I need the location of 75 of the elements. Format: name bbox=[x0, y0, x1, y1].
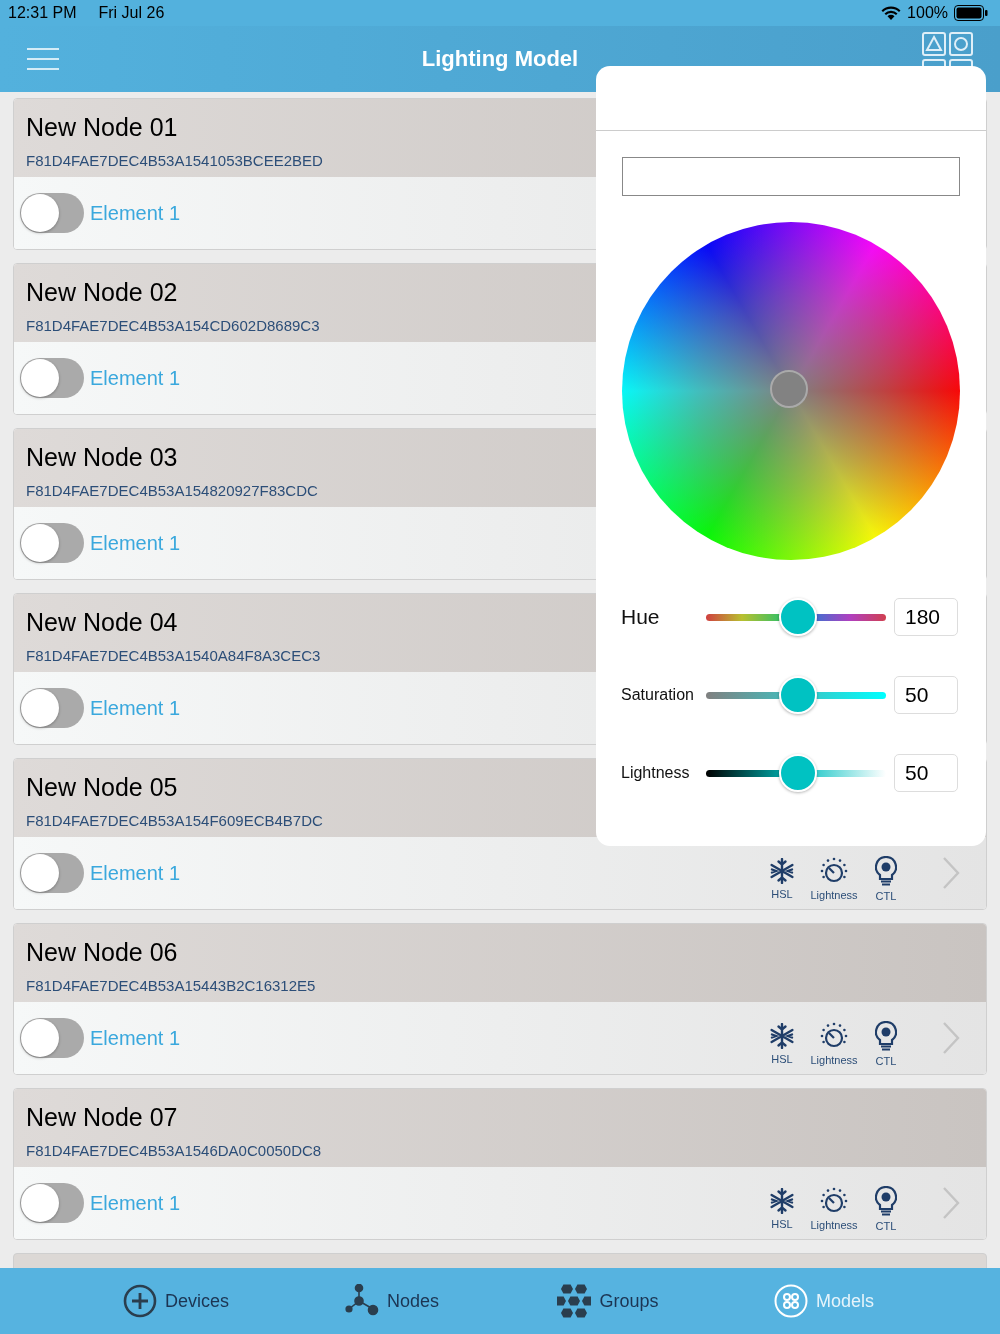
status-date: Fri Jul 26 bbox=[98, 4, 165, 22]
wifi-icon bbox=[881, 5, 902, 21]
action-label: HSL bbox=[771, 1053, 793, 1065]
action-label: CTL bbox=[875, 890, 897, 902]
slider-label: Saturation bbox=[621, 686, 695, 704]
toggle-switch[interactable] bbox=[20, 193, 84, 233]
node-uuid: F81D4FAE7DEC4B53A154CD602D8689C3 bbox=[26, 317, 320, 334]
light-bulb-icon[interactable] bbox=[875, 1021, 897, 1051]
light-bulb-icon[interactable] bbox=[875, 1186, 897, 1216]
battery-percent: 100% bbox=[907, 4, 948, 22]
menu-icon[interactable] bbox=[26, 47, 60, 71]
value-field[interactable]: 180 bbox=[894, 598, 958, 636]
node-name: New Node 01 bbox=[26, 113, 178, 142]
snowflake-icon[interactable] bbox=[769, 1023, 795, 1049]
toggle-switch[interactable] bbox=[20, 1018, 84, 1058]
dial-icon[interactable] bbox=[820, 857, 848, 885]
node-name: New Node 05 bbox=[26, 773, 178, 802]
screen-title: Lighting Model bbox=[421, 46, 579, 72]
toggle-switch[interactable] bbox=[20, 1183, 84, 1223]
tab[interactable]: Models bbox=[716, 1268, 932, 1334]
dial-icon[interactable] bbox=[820, 1187, 848, 1215]
node-name: New Node 04 bbox=[26, 608, 178, 637]
tab[interactable]: Groups bbox=[500, 1268, 716, 1334]
slider-label: Lightness bbox=[621, 764, 691, 782]
slider[interactable] bbox=[706, 754, 886, 792]
dial-icon[interactable] bbox=[820, 1022, 848, 1050]
wheel-handle[interactable] bbox=[770, 370, 808, 408]
node-name: New Node 06 bbox=[26, 938, 178, 967]
action-label: Lightness bbox=[810, 1054, 858, 1066]
status-time: 12:31 PM bbox=[8, 4, 77, 22]
node-uuid: F81D4FAE7DEC4B53A154F609ECB4B7DC bbox=[26, 812, 323, 829]
action-label: HSL bbox=[771, 1218, 793, 1230]
toggle-switch[interactable] bbox=[20, 523, 84, 563]
action-label: HSL bbox=[771, 888, 793, 900]
input-field[interactable] bbox=[622, 157, 960, 196]
node-uuid: F81D4FAE7DEC4B53A1546DA0C0050DC8 bbox=[26, 1142, 322, 1159]
value-field[interactable]: 50 bbox=[894, 676, 958, 714]
hexagons-icon bbox=[557, 1284, 592, 1318]
network-icon bbox=[345, 1284, 379, 1318]
node-name: New Node 02 bbox=[26, 278, 178, 307]
snowflake-icon[interactable] bbox=[769, 1188, 795, 1214]
element-label[interactable]: Element 1 bbox=[90, 1191, 181, 1215]
node-name: New Node 03 bbox=[26, 443, 178, 472]
snowflake-icon[interactable] bbox=[769, 858, 795, 884]
slider[interactable] bbox=[706, 598, 886, 636]
element-label[interactable]: Element 1 bbox=[90, 366, 181, 390]
element-label[interactable]: Element 1 bbox=[90, 1026, 181, 1050]
action-label: CTL bbox=[875, 1055, 897, 1067]
add-icon bbox=[123, 1284, 157, 1318]
action-label: CTL bbox=[875, 1220, 897, 1232]
toggle-switch[interactable] bbox=[20, 853, 84, 893]
slider-thumb[interactable] bbox=[779, 676, 817, 714]
toggle-switch[interactable] bbox=[20, 358, 84, 398]
element-label[interactable]: Element 1 bbox=[90, 861, 181, 885]
action-label: Lightness bbox=[810, 1219, 858, 1231]
action-label: Lightness bbox=[810, 889, 858, 901]
node-uuid: F81D4FAE7DEC4B53A154820927F83CDC bbox=[26, 482, 318, 499]
models-icon bbox=[774, 1284, 808, 1318]
element-label[interactable]: Element 1 bbox=[90, 201, 181, 225]
slider-label: Hue bbox=[621, 605, 661, 629]
toggle-switch[interactable] bbox=[20, 688, 84, 728]
slider-thumb[interactable] bbox=[779, 754, 817, 792]
node-uuid: F81D4FAE7DEC4B53A1541053BCEE2BED bbox=[26, 152, 323, 169]
slider[interactable] bbox=[706, 676, 886, 714]
element-label[interactable]: Element 1 bbox=[90, 696, 181, 720]
element-label[interactable]: Element 1 bbox=[90, 531, 181, 555]
light-bulb-icon[interactable] bbox=[875, 856, 897, 886]
battery-icon bbox=[954, 5, 988, 21]
node-uuid: F81D4FAE7DEC4B53A15443B2C16312E5 bbox=[26, 977, 316, 994]
tab[interactable]: Devices bbox=[68, 1268, 284, 1334]
node-name: New Node 07 bbox=[26, 1103, 178, 1132]
node-uuid: F81D4FAE7DEC4B53A1540A84F8A3CEC3 bbox=[26, 647, 321, 664]
slider-thumb[interactable] bbox=[779, 598, 817, 636]
value-field[interactable]: 50 bbox=[894, 754, 958, 792]
tab[interactable]: Nodes bbox=[284, 1268, 500, 1334]
